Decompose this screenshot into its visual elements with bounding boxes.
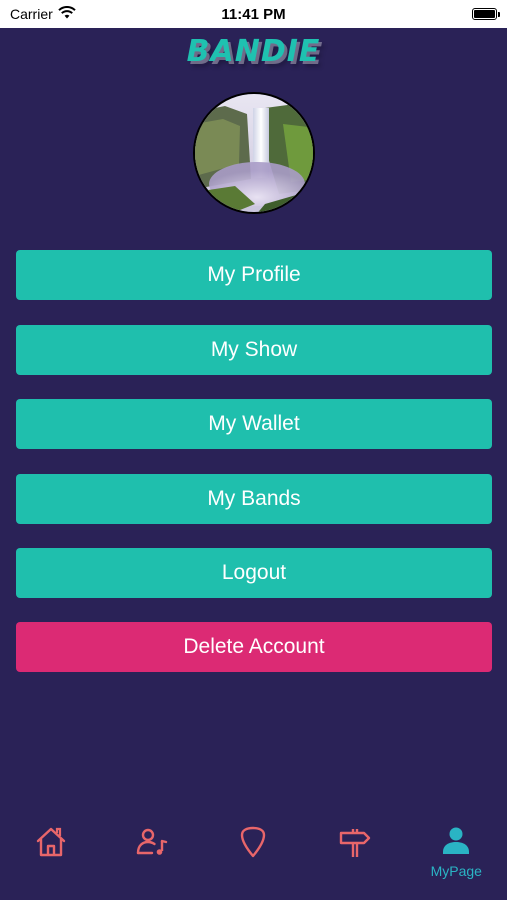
wifi-icon (58, 6, 76, 22)
tab-bar: MyPage (0, 812, 507, 900)
tab-directions[interactable] (305, 824, 405, 860)
carrier-label: Carrier (10, 6, 53, 22)
my-wallet-button[interactable]: My Wallet (16, 399, 492, 449)
my-profile-button[interactable]: My Profile (16, 250, 492, 300)
my-show-button[interactable]: My Show (16, 325, 492, 375)
delete-account-button[interactable]: Delete Account (16, 622, 492, 672)
person-icon (443, 827, 470, 854)
tab-mypage-label: MyPage (430, 863, 482, 879)
logout-button[interactable]: Logout (16, 548, 492, 598)
my-bands-button[interactable]: My Bands (16, 474, 492, 524)
tab-pick[interactable] (203, 824, 303, 860)
tab-artists[interactable] (102, 824, 202, 860)
tab-mypage[interactable]: MyPage (406, 824, 506, 879)
avatar-image (195, 94, 313, 212)
battery-icon (472, 8, 500, 20)
status-time: 11:41 PM (221, 5, 286, 23)
avatar[interactable] (193, 92, 315, 214)
tab-home[interactable] (1, 824, 101, 860)
app-logo: BANDIE (186, 34, 321, 69)
guitar-pick-icon (241, 826, 266, 858)
musician-icon (136, 828, 168, 855)
status-bar: Carrier 11:41 PM (0, 0, 507, 28)
signpost-icon (339, 829, 371, 857)
home-icon (36, 827, 65, 857)
